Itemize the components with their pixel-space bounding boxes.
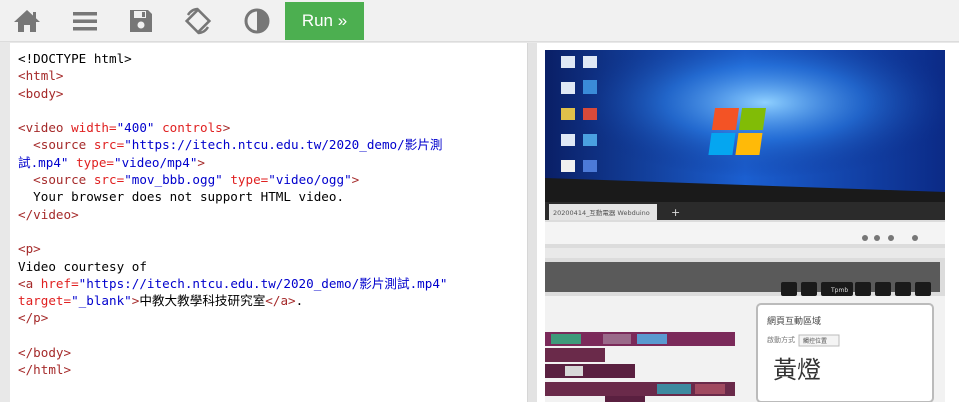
rotate-icon [184,7,212,35]
run-button[interactable]: Run » [285,2,364,40]
code-token: > [351,172,360,188]
code-token: <body> [18,85,64,101]
rotate-button[interactable] [179,3,217,39]
code-line[interactable]: </body> [18,344,448,361]
tab-title: 20200414_互動電器 Webduino [553,208,650,217]
menu-button[interactable] [66,3,104,39]
code-token: "video/mp4" [114,154,198,170]
code-editor[interactable]: <!DOCTYPE html> <html> <body> <video width… [10,43,528,402]
code-line[interactable]: Your browser does not support HTML video… [18,188,448,205]
code-token: "https://itech.ntcu.edu.tw/2020_demo/影片測… [78,275,448,291]
code-token: > [197,154,206,170]
code-line[interactable] [18,223,448,240]
code-token: </p> [18,310,49,326]
home-button[interactable] [8,3,46,39]
code-token: <html> [18,68,64,84]
code-text[interactable]: <!DOCTYPE html> <html> <body> <video width… [18,50,448,379]
code-line[interactable]: <!DOCTYPE html> [18,50,448,67]
code-token: "https://itech.ntcu.edu.tw/2020_demo/影片測 [124,137,443,153]
menu-icon [73,12,97,31]
code-token: width= [71,120,117,136]
panel-title: 網頁互動區域 [767,315,821,327]
save-button[interactable] [122,3,160,39]
resize-handle[interactable] [528,43,537,402]
code-token: <a [18,275,41,291]
panel-select: 觸控位置 [803,337,827,345]
code-line[interactable]: <source src="mov_bbb.ogg" type="video/og… [18,171,448,188]
contrast-button[interactable] [238,3,276,39]
code-line[interactable]: </p> [18,309,448,326]
preview-pane: 20200414_互動電器 Webduino + Tpmb 網頁互動區域 啟動方… [537,43,959,402]
code-token: src= [93,172,125,188]
code-line[interactable]: <html> [18,67,448,84]
code-token: Your browser does not support HTML video… [18,189,345,205]
code-token: "_blank" [71,293,132,309]
code-token: <p> [18,241,41,257]
code-line[interactable]: 試.mp4" type="video/mp4"> [18,154,448,171]
code-line[interactable] [18,102,448,119]
code-token: "mov_bbb.ogg" [124,172,223,188]
code-token: target= [18,293,72,309]
code-line[interactable]: <a href="https://itech.ntcu.edu.tw/2020_… [18,275,448,292]
video-player[interactable]: 20200414_互動電器 Webduino + Tpmb 網頁互動區域 啟動方… [545,50,945,402]
code-token: <!DOCTYPE html> [18,51,132,66]
code-token: <video [18,120,72,136]
code-line[interactable]: target="_blank">中教大教學科技研究室</a>. [18,292,448,309]
code-line[interactable]: <source src="https://itech.ntcu.edu.tw/2… [18,136,448,153]
contrast-icon [244,8,270,34]
code-token: . [295,293,304,309]
code-token: href= [40,275,79,291]
video-frame: 20200414_互動電器 Webduino + Tpmb 網頁互動區域 啟動方… [545,50,945,402]
code-token: "video/ogg" [268,172,352,188]
panel-sub: 啟動方式 [767,335,795,344]
code-token: </html> [18,362,72,378]
code-line[interactable]: </video> [18,206,448,223]
code-line[interactable]: </html> [18,361,448,378]
code-token: </a> [265,293,296,309]
code-line[interactable]: <p> [18,240,448,257]
code-line[interactable]: <video width="400" controls> [18,119,448,136]
code-token: type= [68,154,115,170]
code-token: Video courtesy of [18,258,147,274]
new-tab-icon: + [671,206,680,219]
save-icon [130,10,152,32]
code-token: > [222,120,231,136]
code-token: </body> [18,345,72,361]
code-token: type= [222,172,269,188]
code-token: <source [33,172,94,188]
home-icon [14,10,40,32]
code-line[interactable] [18,327,448,344]
toolbar: Run » [0,0,959,42]
code-token: <source [33,137,94,153]
code-line[interactable]: <body> [18,85,448,102]
code-line[interactable]: Video courtesy of [18,258,448,275]
code-token: "400" [116,120,155,136]
code-token: controls [154,120,223,136]
code-token: </video> [18,206,79,222]
panel-big-text: 黃燈 [773,356,821,384]
code-token: 中教大教學科技研究室 [139,293,266,309]
code-token: 試.mp4" [18,154,69,170]
video-toolbar-label: Tpmb [830,287,848,294]
code-token: src= [93,137,125,153]
